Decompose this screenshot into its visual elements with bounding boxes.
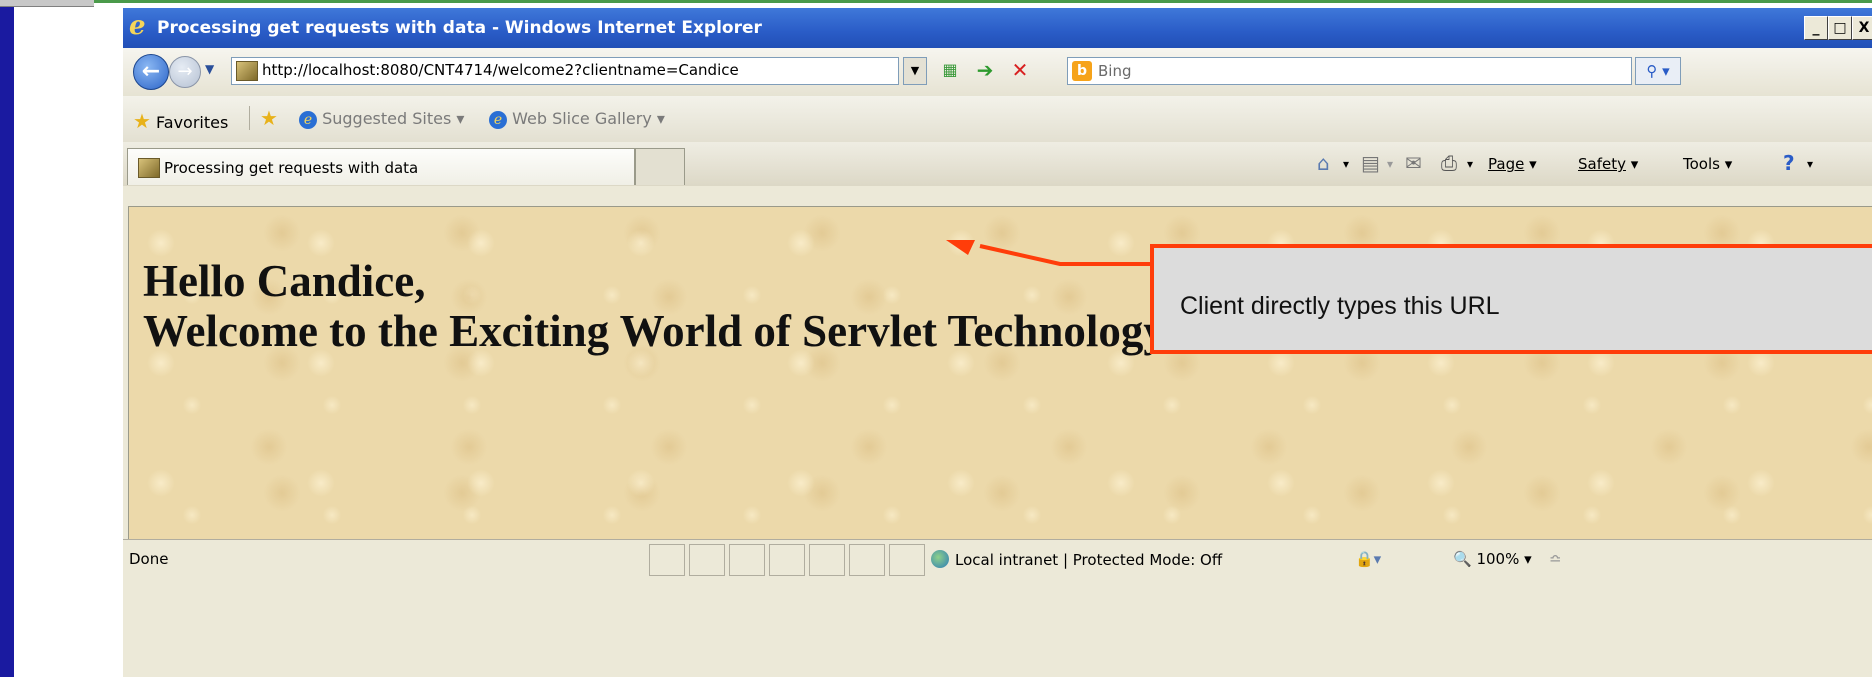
arrow-head <box>946 240 975 255</box>
arrow-line <box>979 244 1150 266</box>
annotation-text: Client directly types this URL <box>1180 292 1500 320</box>
annotation-callout: Client directly types this URL <box>1150 244 1872 354</box>
